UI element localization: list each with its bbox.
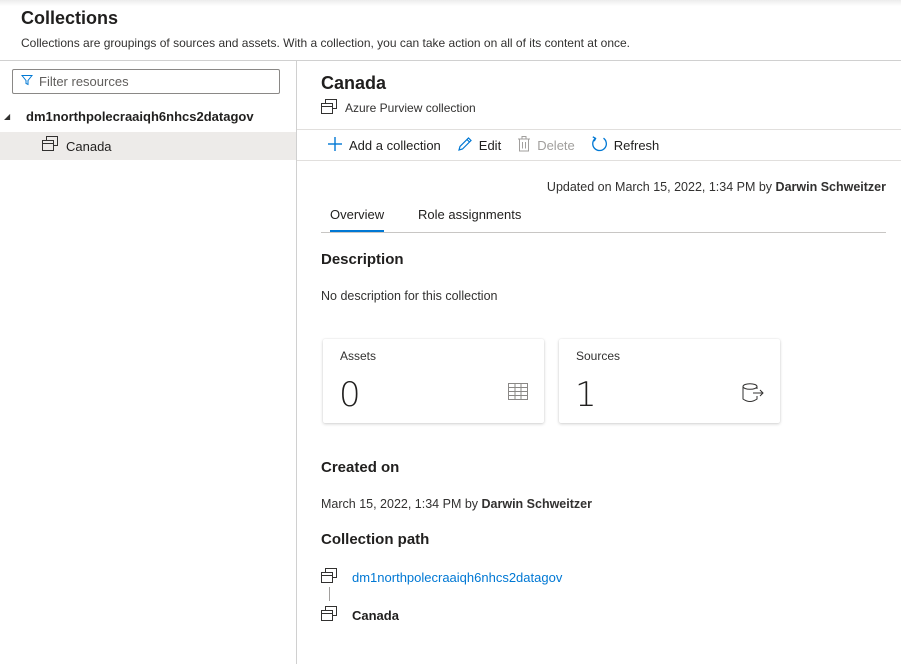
description-text: No description for this collection: [321, 289, 498, 303]
delete-icon: [517, 135, 531, 155]
collection-detail-pane: Canada Azure Purview collection Add a co…: [297, 61, 901, 664]
add-collection-button[interactable]: Add a collection: [327, 136, 441, 155]
collection-icon: [321, 606, 337, 624]
created-text: March 15, 2022, 1:34 PM by: [321, 497, 479, 511]
header-shadow: [0, 0, 901, 6]
command-bar: Add a collection Edit Delete Refresh: [297, 129, 901, 161]
path-item-current: Canada: [321, 606, 399, 624]
filter-input[interactable]: [39, 74, 269, 89]
sources-card-label: Sources: [576, 349, 621, 363]
chevron-down-icon[interactable]: ◢: [4, 112, 12, 121]
refresh-button[interactable]: Refresh: [591, 135, 660, 155]
updated-user: Darwin Schweitzer: [775, 180, 886, 194]
assets-count: 0: [339, 375, 361, 415]
tree-item-root-label: dm1northpolecraaiqh6nhcs2datagov: [26, 108, 254, 124]
tab-role-assignments[interactable]: Role assignments: [418, 207, 521, 222]
add-collection-label: Add a collection: [349, 137, 441, 153]
refresh-icon: [591, 135, 608, 155]
sources-card[interactable]: Sources 1: [559, 339, 780, 423]
description-heading: Description: [321, 251, 404, 268]
edit-button[interactable]: Edit: [457, 136, 501, 155]
sources-count: 1: [575, 375, 597, 415]
collection-icon: [321, 568, 337, 586]
refresh-label: Refresh: [613, 137, 660, 153]
path-connector-line: [329, 587, 330, 601]
path-item-root[interactable]: dm1northpolecraaiqh6nhcs2datagov: [321, 568, 562, 586]
collection-type: Azure Purview collection: [321, 99, 476, 117]
collection-type-label: Azure Purview collection: [345, 101, 476, 115]
assets-card-label: Assets: [340, 349, 377, 363]
updated-info: Updated on March 15, 2022, 1:34 PM by Da…: [547, 180, 886, 194]
tree-item-canada[interactable]: Canada: [0, 132, 296, 160]
database-export-icon: [742, 383, 764, 408]
collection-path-heading: Collection path: [321, 531, 430, 548]
tree-item-root[interactable]: ◢ dm1northpolecraaiqh6nhcs2datagov: [0, 102, 296, 130]
tree-item-canada-label: Canada: [66, 138, 112, 154]
path-root-link[interactable]: dm1northpolecraaiqh6nhcs2datagov: [352, 570, 562, 585]
page-title: Collections: [21, 8, 119, 28]
collections-tree-pane: ◢ dm1northpolecraaiqh6nhcs2datagov Canad…: [0, 61, 297, 664]
delete-button[interactable]: Delete: [517, 135, 575, 155]
page-subtitle: Collections are groupings of sources and…: [21, 36, 631, 50]
edit-label: Edit: [478, 137, 502, 153]
filter-icon: [20, 73, 34, 91]
table-grid-icon: [508, 383, 528, 405]
delete-label: Delete: [537, 137, 575, 153]
tab-overview[interactable]: Overview: [330, 207, 385, 232]
created-heading: Created on: [321, 459, 400, 476]
collection-title: Canada: [321, 73, 387, 93]
assets-card[interactable]: Assets 0: [323, 339, 544, 423]
tab-bar: Overview Role assignments: [321, 201, 886, 233]
collection-icon: [321, 99, 337, 117]
created-user: Darwin Schweitzer: [481, 497, 592, 511]
updated-text: Updated on March 15, 2022, 1:34 PM by: [546, 180, 773, 194]
page-header: Collections Collections are groupings of…: [0, 0, 901, 61]
add-icon: [327, 136, 343, 155]
collection-icon: [42, 136, 58, 156]
edit-icon: [457, 136, 473, 155]
path-current-label: Canada: [352, 607, 399, 623]
created-info: March 15, 2022, 1:34 PM by Darwin Schwei…: [321, 497, 592, 511]
filter-box[interactable]: [12, 69, 280, 94]
